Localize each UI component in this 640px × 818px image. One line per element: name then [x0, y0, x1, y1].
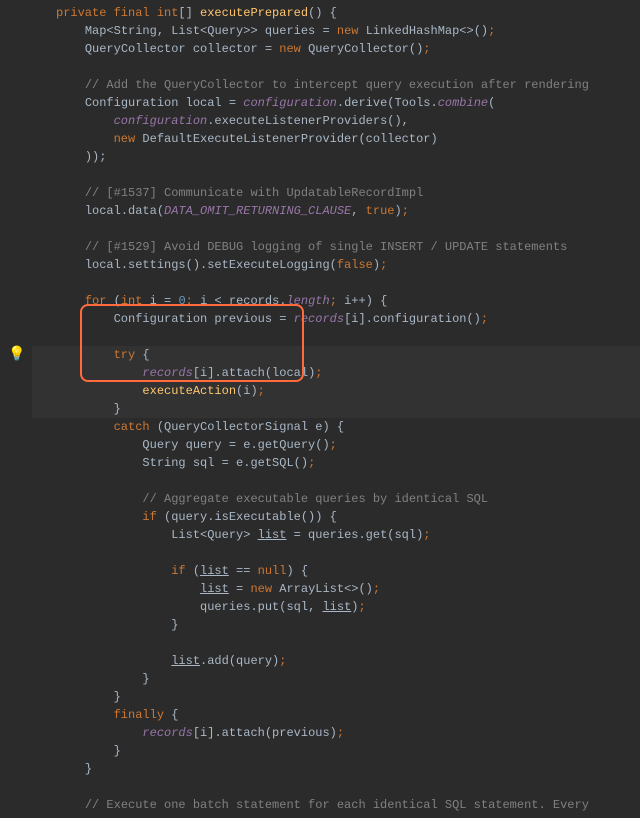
code-line[interactable]: queries.put(sql, list);	[32, 598, 640, 616]
code-line[interactable]: if (list == null) {	[32, 562, 640, 580]
code-line[interactable]: // [#1537] Communicate with UpdatableRec…	[32, 184, 640, 202]
code-line[interactable]: }	[32, 616, 640, 634]
code-editor: 💡 private final int[] executePrepared() …	[0, 0, 640, 818]
code-line[interactable]: finally {	[32, 706, 640, 724]
code-line[interactable]: if (query.isExecutable()) {	[32, 508, 640, 526]
code-line[interactable]: for (int i = 0; i < records.length; i++)…	[32, 292, 640, 310]
code-line[interactable]	[32, 544, 640, 562]
code-line[interactable]: Configuration local = configuration.deri…	[32, 94, 640, 112]
code-line[interactable]: catch (QueryCollectorSignal e) {	[32, 418, 640, 436]
code-line[interactable]	[32, 634, 640, 652]
code-line[interactable]: list = new ArrayList<>();	[32, 580, 640, 598]
code-line[interactable]: list.add(query);	[32, 652, 640, 670]
code-line[interactable]: // [#1529] Avoid DEBUG logging of single…	[32, 238, 640, 256]
code-area[interactable]: private final int[] executePrepared() { …	[32, 0, 640, 818]
code-line[interactable]	[32, 778, 640, 796]
code-line[interactable]: List<Query> list = queries.get(sql);	[32, 526, 640, 544]
code-line[interactable]	[32, 166, 640, 184]
code-line[interactable]: }	[32, 400, 640, 418]
code-line[interactable]: }	[32, 742, 640, 760]
code-line[interactable]: // Add the QueryCollector to intercept q…	[32, 76, 640, 94]
code-line[interactable]: String sql = e.getSQL();	[32, 454, 640, 472]
code-line[interactable]: }	[32, 760, 640, 778]
code-line[interactable]: ));	[32, 148, 640, 166]
code-line[interactable]: records[i].attach(previous);	[32, 724, 640, 742]
code-line[interactable]	[32, 328, 640, 346]
code-line[interactable]: QueryCollector collector = new QueryColl…	[32, 40, 640, 58]
code-line[interactable]: // Aggregate executable queries by ident…	[32, 490, 640, 508]
code-line[interactable]: Map<String, List<Query>> queries = new L…	[32, 22, 640, 40]
intention-bulb-icon[interactable]: 💡	[8, 346, 25, 364]
code-line[interactable]: Configuration previous = records[i].conf…	[32, 310, 640, 328]
gutter: 💡	[0, 0, 32, 818]
code-line[interactable]	[32, 220, 640, 238]
code-line[interactable]: Query query = e.getQuery();	[32, 436, 640, 454]
code-line[interactable]: private final int[] executePrepared() {	[32, 4, 640, 22]
code-line[interactable]: }	[32, 670, 640, 688]
code-line[interactable]: local.data(DATA_OMIT_RETURNING_CLAUSE, t…	[32, 202, 640, 220]
code-line[interactable]: configuration.executeListenerProviders()…	[32, 112, 640, 130]
code-line[interactable]	[32, 472, 640, 490]
code-line[interactable]: try {	[32, 346, 640, 364]
code-line[interactable]: local.settings().setExecuteLogging(false…	[32, 256, 640, 274]
code-line[interactable]: // Execute one batch statement for each …	[32, 796, 640, 814]
code-line[interactable]: records[i].attach(local);	[32, 364, 640, 382]
code-line[interactable]: new DefaultExecuteListenerProvider(colle…	[32, 130, 640, 148]
code-line[interactable]: executeAction(i);	[32, 382, 640, 400]
code-line[interactable]: }	[32, 688, 640, 706]
code-line[interactable]	[32, 58, 640, 76]
code-line[interactable]	[32, 274, 640, 292]
